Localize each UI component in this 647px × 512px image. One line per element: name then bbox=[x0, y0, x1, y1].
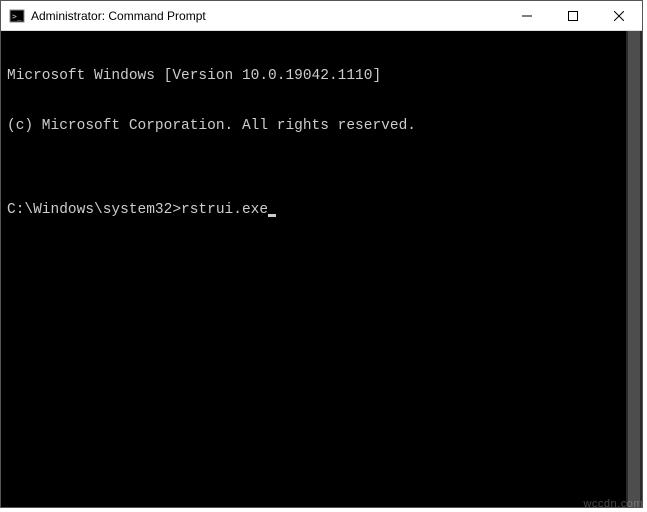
terminal-line-copyright: (c) Microsoft Corporation. All rights re… bbox=[7, 118, 620, 135]
terminal-prompt: C:\Windows\system32> bbox=[7, 202, 181, 219]
close-button[interactable] bbox=[596, 1, 642, 30]
titlebar[interactable]: >_ Administrator: Command Prompt bbox=[1, 1, 642, 31]
window-controls bbox=[504, 1, 642, 30]
terminal-prompt-line: C:\Windows\system32>rstrui.exe bbox=[7, 202, 620, 219]
scrollbar[interactable] bbox=[626, 31, 642, 507]
terminal-command: rstrui.exe bbox=[181, 202, 268, 219]
svg-text:>_: >_ bbox=[12, 12, 22, 21]
cursor-icon bbox=[268, 214, 276, 217]
cmd-icon: >_ bbox=[9, 8, 25, 24]
terminal-area[interactable]: Microsoft Windows [Version 10.0.19042.11… bbox=[1, 31, 642, 507]
minimize-icon bbox=[522, 11, 532, 21]
terminal-line-version: Microsoft Windows [Version 10.0.19042.11… bbox=[7, 68, 620, 85]
close-icon bbox=[614, 11, 624, 21]
window-title: Administrator: Command Prompt bbox=[31, 9, 504, 23]
terminal-content: Microsoft Windows [Version 10.0.19042.11… bbox=[1, 31, 626, 507]
minimize-button[interactable] bbox=[504, 1, 550, 30]
maximize-icon bbox=[568, 11, 578, 21]
scrollbar-thumb[interactable] bbox=[628, 31, 640, 507]
command-prompt-window: >_ Administrator: Command Prompt bbox=[0, 0, 643, 508]
watermark: wccdn.com bbox=[583, 498, 643, 510]
maximize-button[interactable] bbox=[550, 1, 596, 30]
